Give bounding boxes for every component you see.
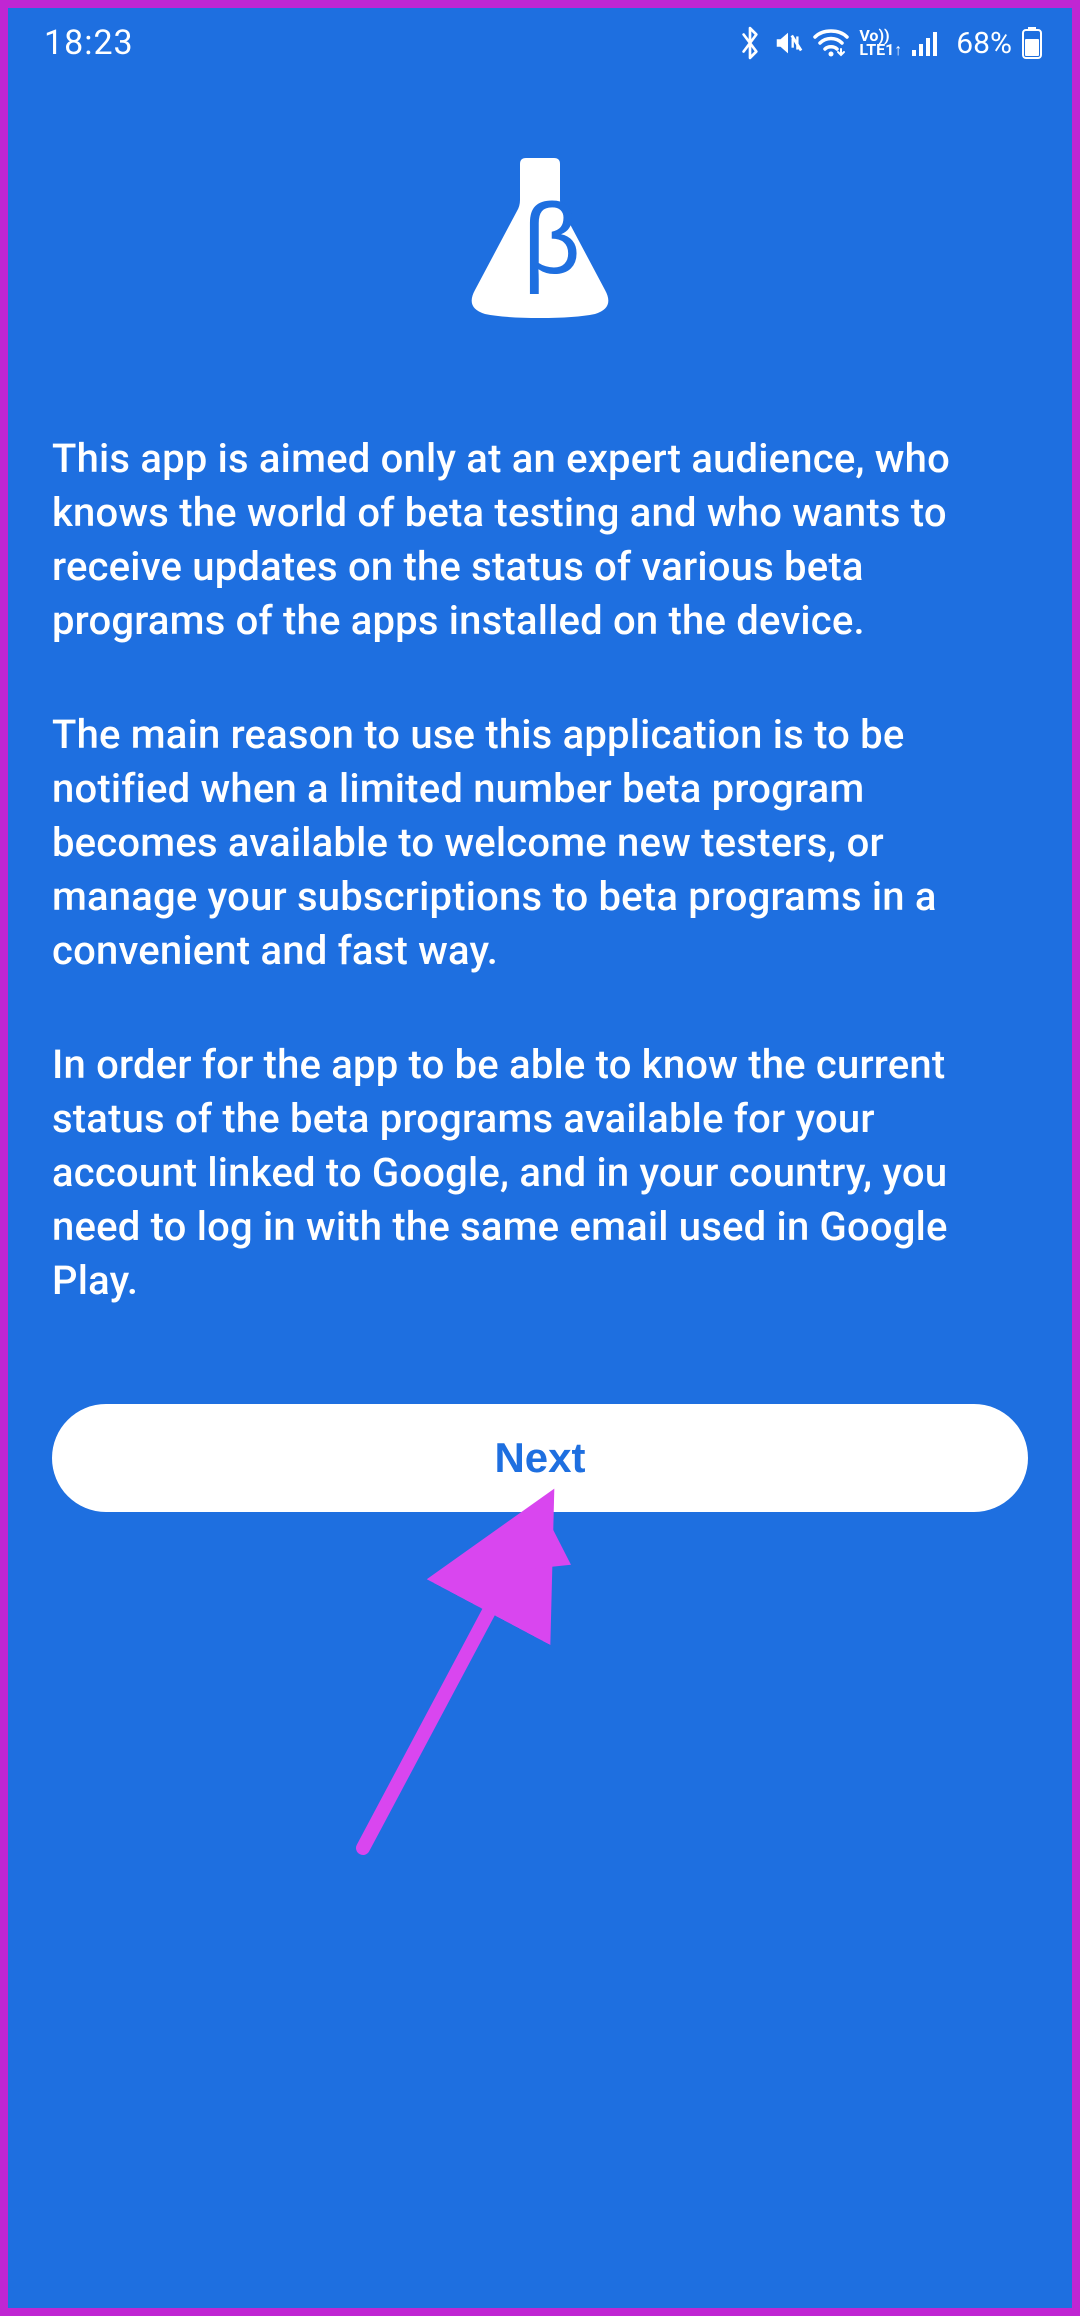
volte-bottom: LTE1↑ bbox=[859, 40, 902, 59]
beta-flask-icon: β bbox=[465, 158, 615, 322]
battery-icon bbox=[1022, 27, 1042, 59]
wifi-icon bbox=[813, 29, 849, 57]
battery-percent: 68% bbox=[956, 26, 1012, 61]
app-logo-wrap: β bbox=[52, 158, 1028, 322]
device-frame: 18:23 bbox=[0, 0, 1080, 2316]
svg-text:β: β bbox=[523, 183, 581, 295]
intro-paragraph-2: The main reason to use this application … bbox=[52, 708, 1028, 978]
status-right: Vo)) LTE1↑ 68% bbox=[737, 26, 1042, 61]
next-button[interactable]: Next bbox=[52, 1404, 1028, 1512]
intro-paragraph-1: This app is aimed only at an expert audi… bbox=[52, 432, 1028, 648]
bluetooth-icon bbox=[737, 26, 763, 60]
status-time: 18:23 bbox=[44, 23, 134, 63]
status-bar: 18:23 bbox=[8, 8, 1072, 78]
intro-paragraph-3: In order for the app to be able to know … bbox=[52, 1038, 1028, 1308]
mute-icon bbox=[773, 28, 803, 58]
signal-icon bbox=[912, 30, 942, 56]
screen: 18:23 bbox=[8, 8, 1072, 2308]
onboarding-content: β This app is aimed only at an expert au… bbox=[8, 78, 1072, 2308]
volte-label: Vo)) LTE1↑ bbox=[859, 29, 902, 57]
